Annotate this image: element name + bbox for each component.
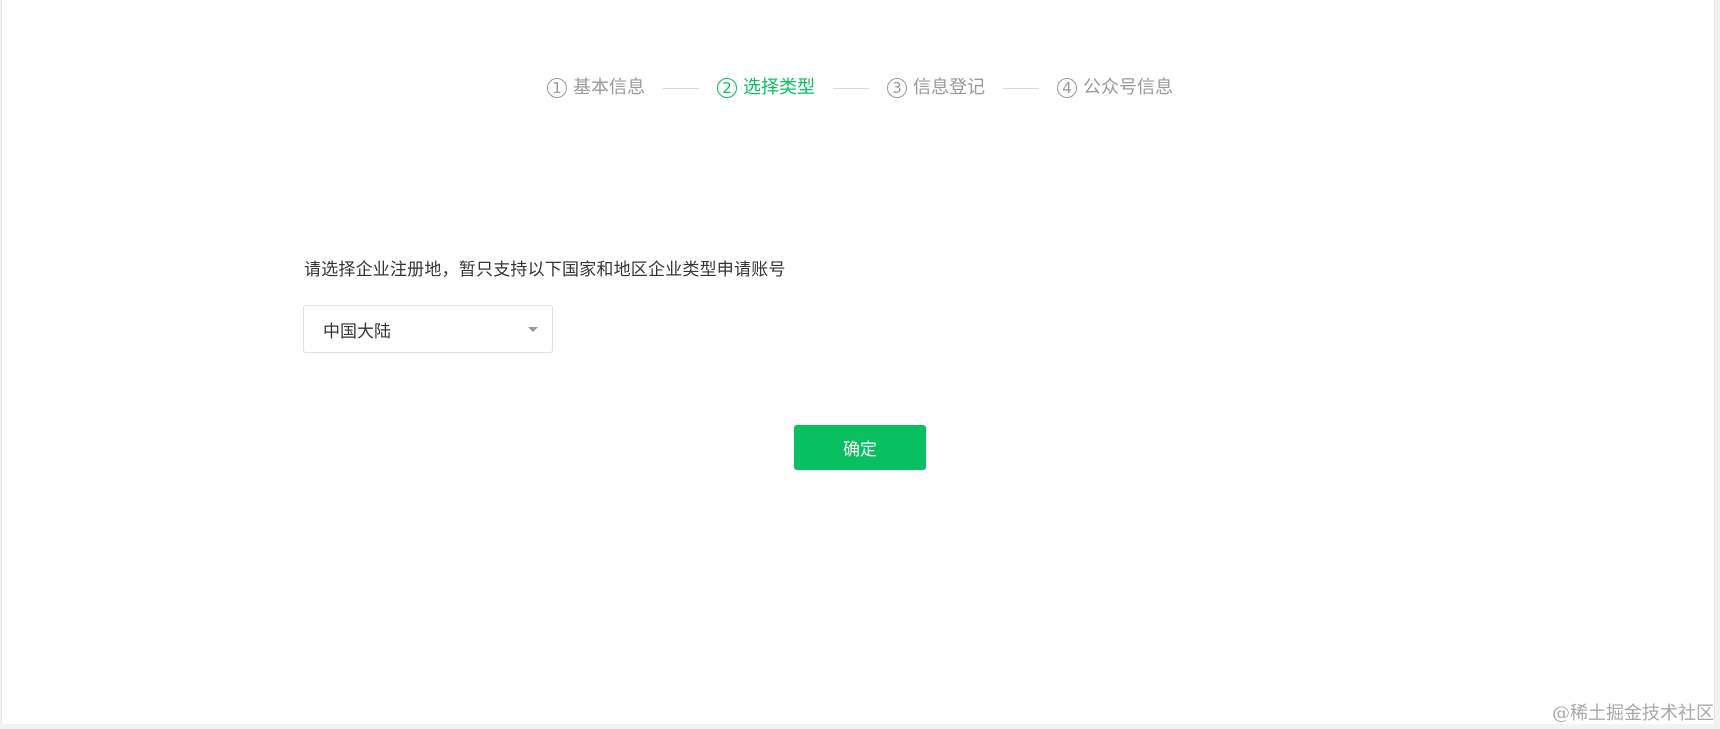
step-connector [1003, 87, 1039, 89]
step-label: 信息登记 [913, 77, 985, 98]
step-select-type: 2 选择类型 [717, 74, 815, 102]
content-panel: 1 基本信息 2 选择类型 3 信息登记 4 公众号信息 请选择企业注册地，暂只… [1, 0, 1715, 724]
region-select[interactable]: 中国大陆 [303, 305, 553, 353]
watermark: @稀土掘金技术社区 [1552, 703, 1714, 724]
step-label: 选择类型 [743, 77, 815, 98]
step-basic-info: 1 基本信息 [547, 74, 645, 102]
confirm-button[interactable]: 确定 [794, 425, 926, 470]
step-connector [833, 87, 869, 89]
page-background: 1 基本信息 2 选择类型 3 信息登记 4 公众号信息 请选择企业注册地，暂只… [0, 0, 1720, 729]
step-connector [663, 87, 699, 89]
step-account-info: 4 公众号信息 [1057, 74, 1173, 102]
step-number: 4 [1057, 78, 1077, 98]
step-label: 公众号信息 [1083, 77, 1173, 98]
registration-stepper: 1 基本信息 2 选择类型 3 信息登记 4 公众号信息 [547, 74, 1173, 102]
region-prompt: 请选择企业注册地，暂只支持以下国家和地区企业类型申请账号 [304, 260, 786, 280]
step-number: 2 [717, 78, 737, 98]
region-select-value: 中国大陆 [323, 321, 391, 342]
chevron-down-icon [528, 327, 538, 332]
step-label: 基本信息 [573, 77, 645, 98]
step-number: 3 [887, 78, 907, 98]
step-number: 1 [547, 78, 567, 98]
step-info-registration: 3 信息登记 [887, 74, 985, 102]
